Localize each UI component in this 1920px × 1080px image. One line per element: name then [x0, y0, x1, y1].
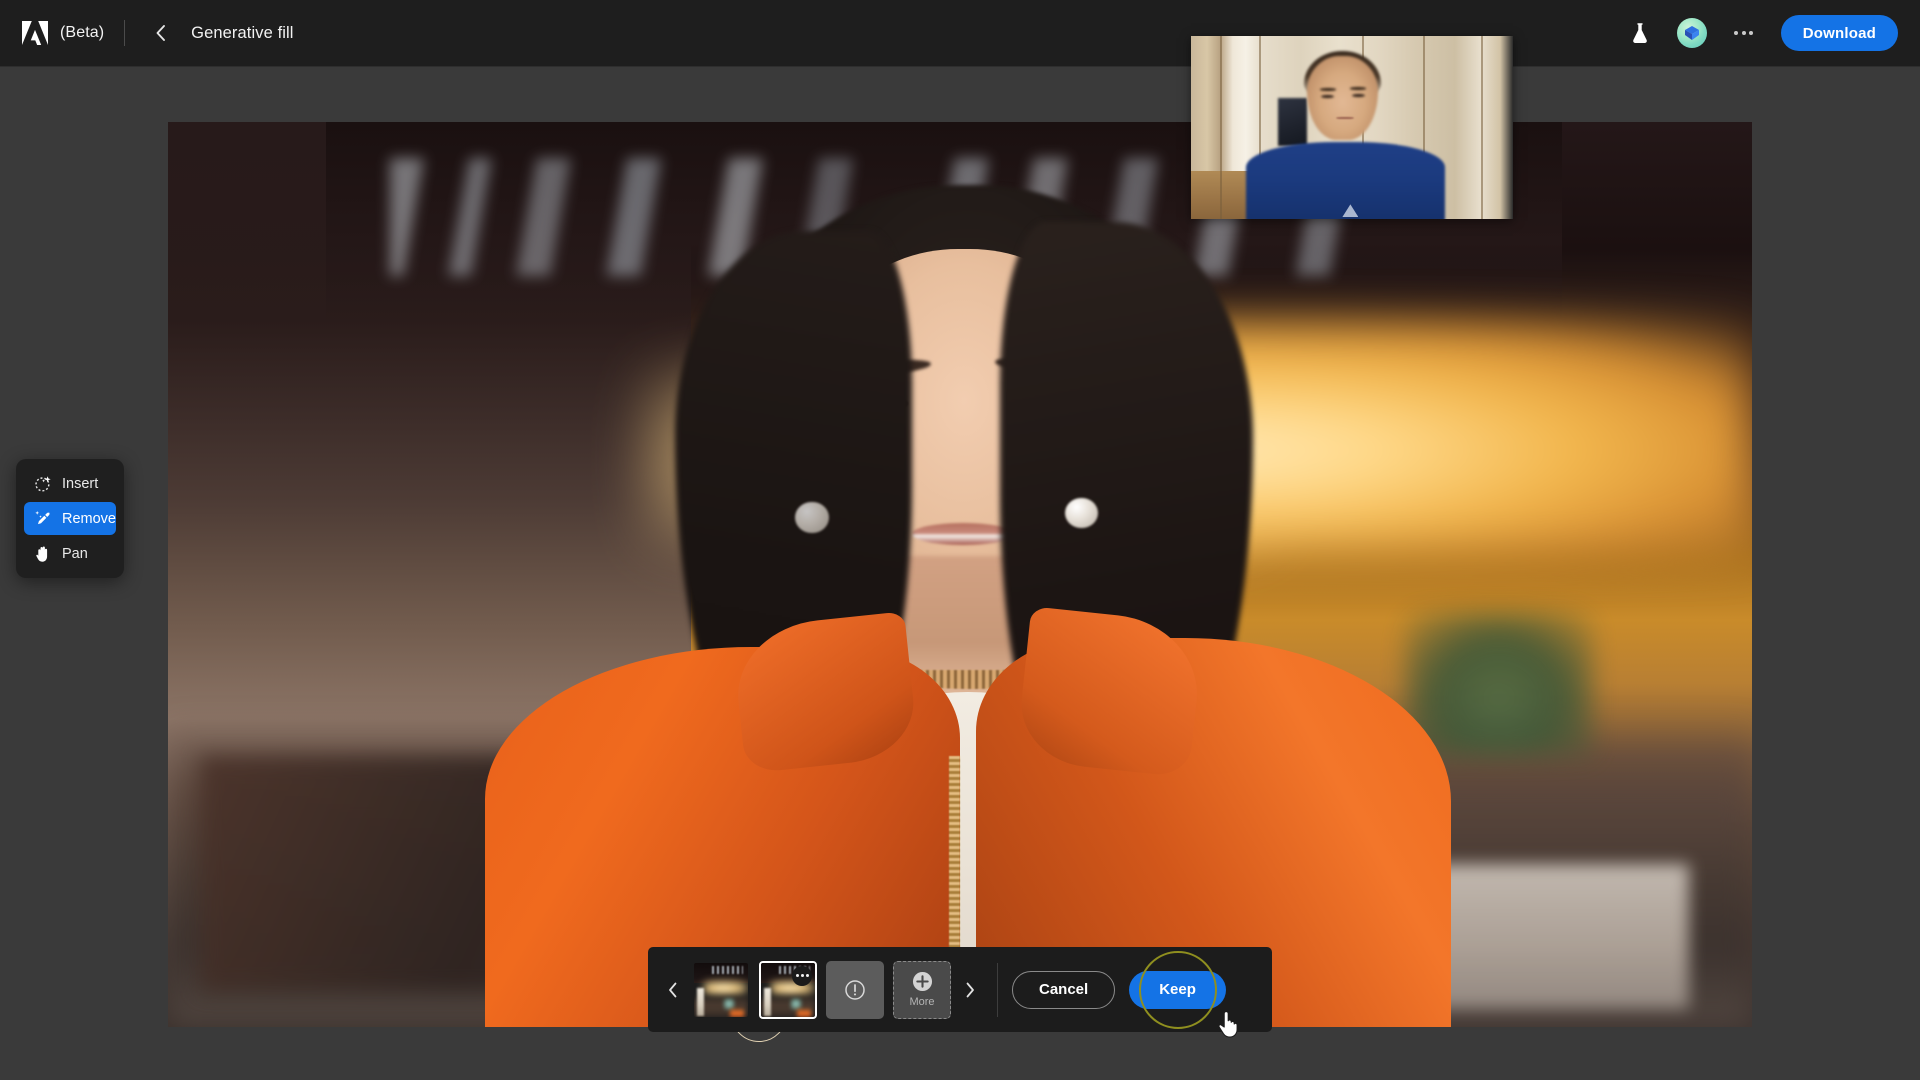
ellipsis-dot [1741, 31, 1746, 35]
gem-avatar-icon[interactable] [1676, 18, 1707, 48]
flask-icon[interactable] [1623, 16, 1657, 50]
thumb-orange-accent [796, 1007, 811, 1017]
cancel-button[interactable]: Cancel [1012, 970, 1116, 1009]
variation-error-tile[interactable] [826, 960, 884, 1019]
thumbnail-image [694, 962, 748, 1017]
hand-icon [33, 544, 52, 563]
thumbnail-options-ellipsis-icon[interactable] [792, 965, 812, 986]
thumb-column [764, 988, 771, 1017]
tool-pan[interactable]: Pan [24, 537, 116, 570]
tool-panel: Insert Remove Pan [16, 459, 124, 578]
page-title: Generative fill [191, 23, 294, 42]
header-left-group: (Beta) Generative fill [0, 0, 294, 66]
subject-earring-left [795, 502, 829, 533]
subject-earring-right [1064, 497, 1098, 529]
header-divider [124, 20, 126, 46]
variation-prev-button[interactable] [660, 964, 686, 1016]
back-button[interactable] [145, 17, 177, 49]
webcam-pip[interactable] [1191, 36, 1513, 219]
canvas-area[interactable] [0, 67, 1920, 1080]
app-header: (Beta) Generative fill Download [0, 0, 1920, 67]
thumb-chalk [712, 965, 743, 975]
sparkle-selection-icon [33, 474, 52, 493]
pip-subject-eyebrow-left [1319, 88, 1336, 91]
tool-remove[interactable]: Remove [24, 502, 116, 535]
thumb-column [697, 988, 704, 1017]
header-right-group: Download [1623, 0, 1920, 66]
tool-pan-label: Pan [62, 545, 88, 562]
pip-subject-eye-right [1352, 93, 1365, 97]
pip-door-edge [1480, 36, 1483, 219]
variation-thumbnail-2[interactable] [759, 960, 817, 1019]
thumb-awning [703, 980, 747, 995]
tool-insert-label: Insert [62, 475, 99, 492]
variation-more-tile[interactable]: More [893, 960, 951, 1019]
pip-subject-shirt [1245, 142, 1446, 219]
chevron-left-icon [669, 982, 677, 997]
warning-circle-icon [845, 979, 865, 1000]
variation-thumbnail-list: More [686, 960, 957, 1019]
ellipsis-icon[interactable] [1727, 16, 1761, 50]
app-root: (Beta) Generative fill Download Insert R… [0, 0, 1920, 1080]
chevron-left-icon [156, 25, 166, 41]
keep-button-wrapper: Keep [1129, 950, 1226, 1029]
adobe-logo-icon [22, 21, 48, 45]
ellipsis-dot [795, 974, 799, 977]
toolbar-divider [997, 962, 998, 1017]
plus-circle-icon [912, 971, 932, 992]
download-button[interactable]: Download [1780, 15, 1898, 51]
chevron-right-icon [966, 982, 974, 997]
variation-next-button[interactable] [957, 964, 983, 1016]
tool-remove-label: Remove [62, 510, 116, 527]
thumb-orange-accent [729, 1007, 744, 1017]
tool-insert[interactable]: Insert [24, 467, 116, 500]
ellipsis-dot [800, 974, 804, 977]
ellipsis-dot [805, 974, 809, 977]
beta-label: (Beta) [60, 24, 105, 41]
editing-image[interactable] [168, 122, 1752, 1027]
variations-toolbar: More Cancel Keep [648, 947, 1272, 1032]
magic-brush-icon [33, 509, 52, 528]
pip-subject-head [1306, 56, 1378, 141]
pip-subject-eyebrow-right [1350, 87, 1367, 90]
ellipsis-dot [1749, 31, 1754, 35]
ellipsis-dot [1734, 31, 1739, 35]
pip-subject-eye-left [1321, 94, 1335, 98]
variation-more-label: More [909, 996, 935, 1008]
subject-mouth [912, 522, 1014, 545]
keep-button[interactable]: Keep [1129, 970, 1226, 1009]
pip-wall-panel [1277, 98, 1307, 146]
pip-door-edge [1219, 36, 1222, 219]
variation-thumbnail-1[interactable] [692, 961, 750, 1019]
photo-subject [168, 122, 1752, 1027]
